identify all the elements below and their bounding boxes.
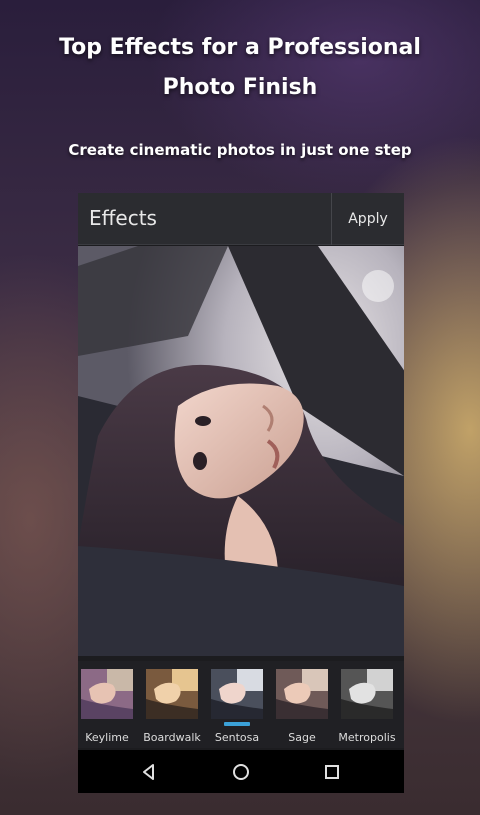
effect-thumb-sentosa[interactable]: Sentosa bbox=[211, 669, 263, 744]
photo-preview bbox=[78, 246, 404, 656]
action-bar: Effects Apply bbox=[78, 193, 404, 245]
promo-headline: Top Effects for a Professional Photo Fin… bbox=[0, 28, 480, 108]
effect-label: Metropolis bbox=[338, 731, 396, 744]
effect-thumb-image bbox=[276, 669, 328, 719]
selected-indicator bbox=[224, 722, 250, 726]
effect-thumb-metropolis[interactable]: Metropolis bbox=[338, 669, 396, 744]
system-nav-bar bbox=[78, 750, 404, 793]
promo-subline: Create cinematic photos in just one step bbox=[68, 141, 412, 159]
apply-button[interactable]: Apply bbox=[332, 193, 404, 245]
effect-thumb-keylime[interactable]: Keylime bbox=[81, 669, 133, 744]
effect-thumb-image bbox=[211, 669, 263, 719]
effects-strip: Keylime Boardwalk Sentosa Sage Metropoli… bbox=[78, 661, 404, 748]
home-circle-icon bbox=[233, 763, 249, 780]
effect-thumb-sage[interactable]: Sage bbox=[276, 669, 328, 744]
promo-headline-line-1: Top Effects for a Professional bbox=[59, 35, 421, 60]
back-button[interactable] bbox=[119, 750, 179, 793]
promo-headline-line-2: Photo Finish bbox=[162, 75, 318, 100]
photo-preview-image bbox=[78, 246, 404, 656]
effect-thumb-image bbox=[341, 669, 393, 719]
home-button[interactable] bbox=[211, 750, 271, 793]
phone-screen: Effects Apply Keylime Boardwalk Sentosa … bbox=[78, 193, 404, 793]
back-triangle-icon bbox=[143, 763, 154, 780]
recents-button[interactable] bbox=[302, 750, 362, 793]
recents-square-icon bbox=[325, 764, 339, 779]
effect-thumb-image bbox=[81, 669, 133, 719]
screen-title: Effects bbox=[89, 206, 157, 230]
effect-thumb-boardwalk[interactable]: Boardwalk bbox=[143, 669, 201, 744]
effect-thumb-image bbox=[146, 669, 198, 719]
